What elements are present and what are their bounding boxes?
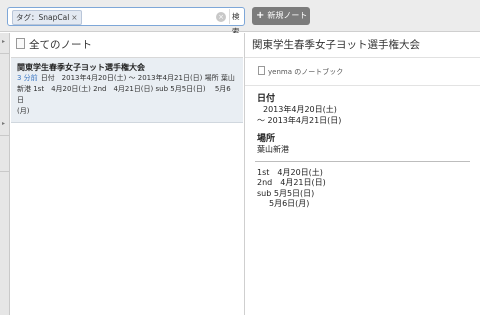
tag-filter-chip[interactable]: タグ：SnapCal ×	[12, 10, 82, 25]
horizontal-rule	[255, 160, 470, 162]
note-body-place[interactable]: 場所 葉山新港	[245, 126, 480, 156]
notes-icon	[16, 38, 25, 49]
plus-icon: +	[256, 10, 265, 21]
note-age: 3 分前	[17, 74, 38, 82]
search-button[interactable]: 検索	[229, 9, 244, 36]
date-start: 2013年4月20日(土)	[263, 105, 337, 114]
schedule-line: 2nd 4月21日(日)	[257, 178, 326, 187]
tag-filter-label: タグ：SnapCal	[16, 13, 70, 22]
tag-remove-icon[interactable]: ×	[71, 13, 77, 22]
expand-arrow-icon[interactable]: ▸	[2, 120, 5, 127]
clear-search-icon[interactable]: ×	[216, 12, 226, 22]
note-title: 関東学生春季女子ヨット選手権大会	[17, 63, 145, 72]
place-value: 葉山新港	[257, 145, 289, 154]
notebook-name: yenma のノートブック	[268, 68, 344, 76]
top-toolbar: タグ：SnapCal × × 検索 + 新規ノート	[0, 0, 480, 36]
note-list-title: 全てのノート	[29, 39, 92, 51]
schedule-line: 5月6日(月)	[269, 199, 310, 208]
notebook-icon	[258, 66, 265, 75]
new-note-button[interactable]: + 新規ノート	[252, 7, 310, 25]
note-list-item[interactable]: 関東学生春季女子ヨット選手権大会 3 分前 日付 2013年4月20日(土) ～ …	[11, 58, 243, 123]
search-field[interactable]: タグ：SnapCal × × 検索	[7, 7, 245, 36]
expand-arrow-icon[interactable]: ▸	[2, 38, 5, 45]
new-note-label: 新規ノート	[267, 11, 308, 20]
note-list: 全てのノート 関東学生春季女子ヨット選手権大会 3 分前 日付 2013年4月20…	[11, 33, 243, 315]
date-end: ～ 2013年4月21日(日)	[257, 115, 342, 125]
sidebar-divider	[0, 135, 10, 136]
note-detail-title[interactable]: 関東学生春季女子ヨット選手権大会	[245, 33, 480, 58]
note-snippet-line: 新港 1st 4月20日(土) 2nd 4月21日(日) sub 5月5日(日)…	[17, 85, 231, 104]
schedule-line: 1st 4月20日(土)	[257, 167, 323, 177]
note-snippet-line: 日付 2013年4月20日(土) ～ 2013年4月21日(日) 場所 葉山	[40, 74, 235, 82]
collapsed-sidebar[interactable]: ▸ ▸	[0, 33, 10, 315]
note-list-header: 全てのノート	[11, 33, 243, 58]
place-label: 場所	[257, 134, 276, 144]
sidebar-divider	[0, 53, 10, 54]
sidebar-divider	[0, 171, 10, 172]
date-label: 日付	[257, 94, 276, 104]
note-body-schedule[interactable]: 1st 4月20日(土) 2nd 4月21日(日) sub 5月5日(日) 5月…	[245, 168, 480, 210]
schedule-line: sub 5月5日(日)	[257, 188, 315, 198]
notebook-selector[interactable]: yenma のノートブック	[245, 58, 480, 77]
note-snippet-line: (月)	[17, 107, 30, 115]
note-snippet: 3 分前 日付 2013年4月20日(土) ～ 2013年4月21日(日) 場所 …	[17, 73, 237, 84]
note-body-date[interactable]: 日付 2013年4月20日(土) ～ 2013年4月21日(日)	[245, 86, 480, 126]
note-detail: 関東学生春季女子ヨット選手権大会 yenma のノートブック 日付 2013年4…	[245, 33, 480, 315]
